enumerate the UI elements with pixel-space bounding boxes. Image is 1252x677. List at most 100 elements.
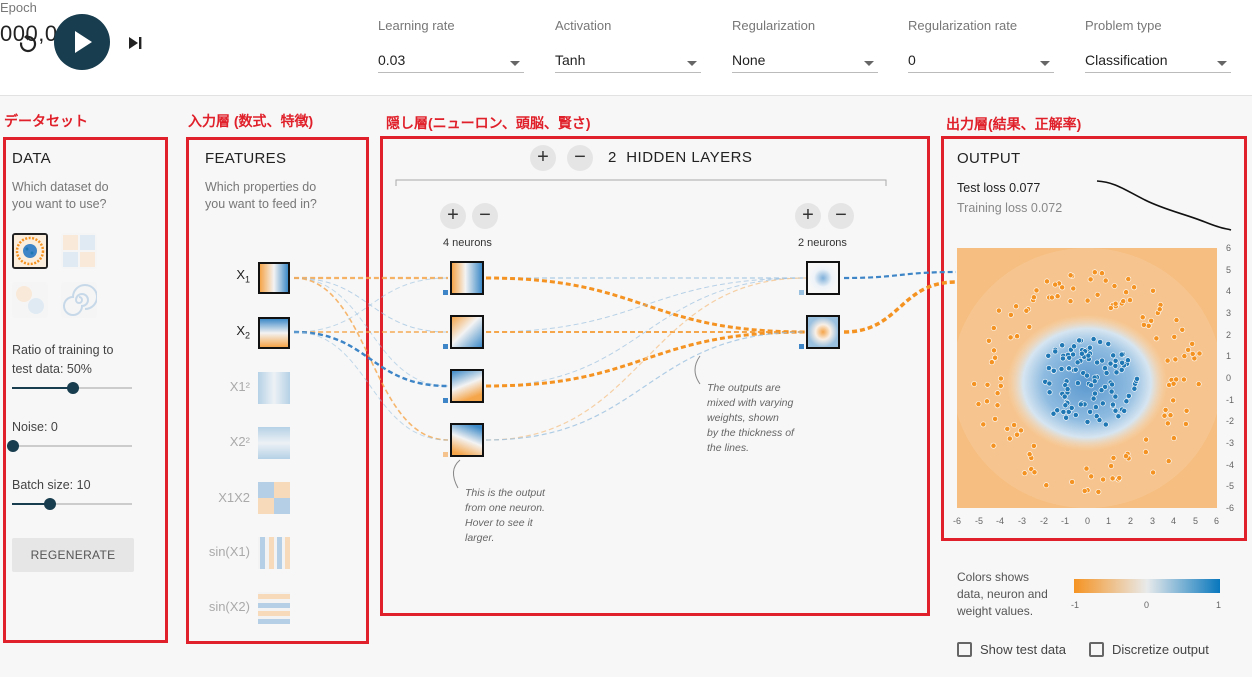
scatter-point [998, 375, 1004, 382]
scatter-point [1059, 284, 1066, 291]
neuron-heatmap [452, 263, 482, 293]
neuron-hint-note: This is the output from one neuron. Hove… [465, 487, 545, 544]
scatter-point [1102, 277, 1109, 284]
layer1-remove-neuron-button[interactable]: − [472, 203, 498, 229]
scatter-point [1071, 343, 1077, 350]
scatter-point [992, 354, 998, 361]
scatter-point [1143, 436, 1149, 443]
y-tick: 4 [1226, 286, 1232, 296]
y-tick: -4 [1226, 460, 1235, 470]
scatter-point [1127, 297, 1133, 303]
x-tick: -3 [1018, 516, 1027, 526]
scatter-point [1044, 278, 1050, 285]
scatter-point [1179, 326, 1186, 333]
scatter-point [1092, 390, 1098, 397]
layer2-remove-neuron-button[interactable]: − [828, 203, 854, 229]
weights-hint-note: The outputs are mixed with varying weigh… [707, 382, 794, 454]
layer2-add-neuron-button[interactable]: + [795, 203, 821, 229]
scatter-point [1084, 297, 1091, 304]
scatter-point [1109, 475, 1116, 482]
scatter-point [1182, 421, 1189, 427]
decision-boundary-plot[interactable] [957, 248, 1217, 508]
scatter-point [1031, 442, 1037, 449]
scatter-point [1085, 352, 1092, 359]
scatter-point [1108, 463, 1114, 469]
scatter-point [1125, 392, 1132, 399]
checkbox-icon[interactable] [1089, 642, 1104, 657]
scatter-point [980, 421, 987, 428]
scatter-point [1195, 381, 1202, 387]
x-tick: -5 [975, 516, 984, 526]
scatter-point [1171, 334, 1178, 340]
scatter-point [1006, 435, 1013, 442]
scatter-point [1110, 454, 1117, 461]
neuron-1-1[interactable] [450, 261, 484, 295]
neuron-1-4[interactable] [450, 423, 484, 457]
scatter-point [1185, 347, 1191, 353]
y-tick: -1 [1226, 395, 1235, 405]
scatter-point [1173, 376, 1180, 383]
x-tick: 5 [1193, 516, 1199, 526]
scatter-point [1031, 469, 1038, 476]
neuron-heatmap [452, 425, 482, 455]
scatter-point [988, 359, 995, 366]
scatter-point [1043, 482, 1050, 489]
scatter-point [1021, 470, 1028, 477]
scatter-point [1196, 350, 1203, 357]
bias-indicator [443, 344, 448, 349]
scatter-point [1110, 352, 1117, 359]
scatter-point [1164, 357, 1171, 364]
layer1-add-neuron-button[interactable]: + [440, 203, 466, 229]
scatter-point [996, 307, 1002, 314]
checkbox-icon[interactable] [957, 642, 972, 657]
scatter-point [1063, 414, 1069, 421]
scatter-point [1066, 365, 1072, 372]
scatter-point [1086, 344, 1093, 351]
discretize-output-checkbox[interactable]: Discretize output [1089, 642, 1209, 657]
scatter-point [992, 415, 998, 422]
scatter-point [1060, 355, 1066, 362]
scatter-point [1113, 369, 1120, 376]
scatter-point [1120, 298, 1127, 305]
scatter-point [1102, 421, 1109, 428]
neuron-2-2[interactable] [806, 315, 840, 349]
scatter-point [1123, 453, 1129, 459]
scatter-point [1109, 381, 1115, 388]
scatter-point [1105, 341, 1112, 347]
scatter-point [1189, 341, 1196, 347]
scatter-point [1045, 352, 1052, 359]
scatter-point [1064, 386, 1071, 392]
scatter-point [1125, 276, 1132, 282]
scatter-point [1099, 270, 1105, 277]
scatter-point [1092, 404, 1099, 410]
neuron-2-1[interactable] [806, 261, 840, 295]
y-tick: 0 [1226, 373, 1232, 383]
legend-tick: 0 [1144, 600, 1150, 610]
scatter-point [1112, 407, 1119, 414]
scatter-point [1167, 412, 1174, 419]
discretize-output-label: Discretize output [1112, 642, 1209, 657]
scatter-point [1026, 324, 1033, 330]
scatter-point [1139, 314, 1146, 321]
remove-layer-button[interactable]: − [567, 145, 593, 171]
scatter-point [1121, 407, 1128, 414]
show-test-data-checkbox[interactable]: Show test data [957, 642, 1066, 657]
scatter-point [1050, 410, 1057, 417]
scatter-point [1094, 291, 1101, 298]
scatter-point [1181, 353, 1188, 359]
scatter-point [1087, 276, 1094, 283]
scatter-point [1067, 272, 1074, 279]
scatter-point [1118, 367, 1125, 373]
neuron-1-3[interactable] [450, 369, 484, 403]
x-tick: 2 [1128, 516, 1134, 526]
scatter-point [1098, 387, 1105, 394]
scatter-point [990, 442, 997, 449]
scatter-point [1046, 365, 1052, 371]
scatter-point [1189, 351, 1196, 357]
scatter-point [1103, 370, 1110, 376]
layer1-neuron-count: 4 neurons [443, 237, 492, 249]
scatter-point [991, 347, 997, 354]
neuron-1-2[interactable] [450, 315, 484, 349]
add-layer-button[interactable]: + [530, 145, 556, 171]
scatter-point [1014, 333, 1020, 340]
